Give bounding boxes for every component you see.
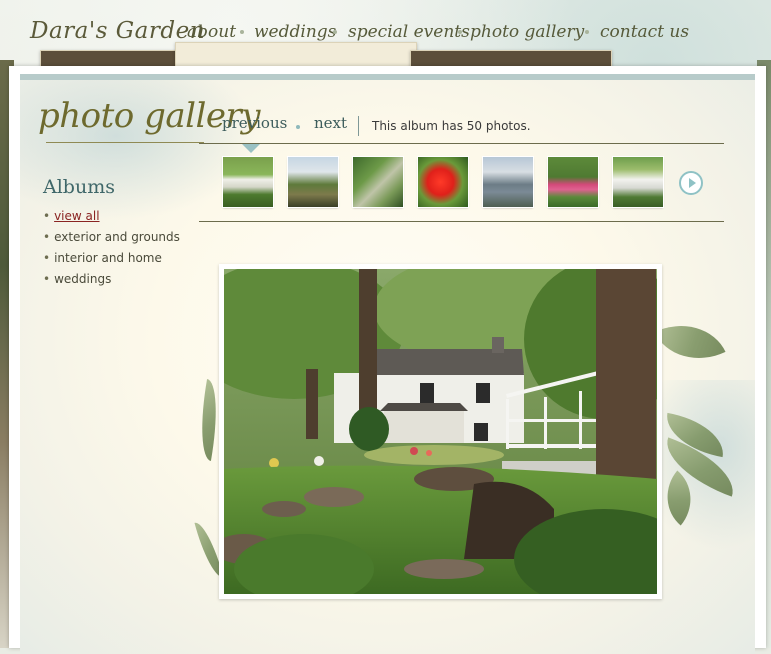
album-item-exterior: • exterior and grounds xyxy=(43,229,180,250)
title-underline xyxy=(46,142,204,143)
album-item-view-all: • view all xyxy=(43,208,180,229)
main-photo[interactable] xyxy=(224,269,657,594)
top-navigation: Dara's Garden about weddings special eve… xyxy=(0,8,771,46)
house-and-garden-photo xyxy=(224,269,657,594)
album-link-view-all[interactable]: view all xyxy=(54,209,99,223)
album-link-interior-and-home[interactable]: interior and home xyxy=(54,251,162,265)
bullet-icon: • xyxy=(43,272,51,286)
thumbnail-1[interactable] xyxy=(223,157,273,207)
album-link-weddings[interactable]: weddings xyxy=(54,272,111,286)
album-count-text: This album has 50 photos. xyxy=(372,119,531,133)
pager-divider xyxy=(358,116,359,136)
thumbnail-2[interactable] xyxy=(288,157,338,207)
nav-special-events[interactable]: special events xyxy=(348,22,470,42)
album-item-interior: • interior and home xyxy=(43,250,180,271)
bullet-icon: • xyxy=(43,230,51,244)
previous-link[interactable]: previous xyxy=(222,114,287,132)
thumbnail-strip-bottom-rule xyxy=(199,221,724,222)
album-list: • view all • exterior and grounds • interio… xyxy=(43,208,180,292)
nav-separator-dot xyxy=(333,30,337,34)
thumbnail-5[interactable] xyxy=(483,157,533,207)
next-link[interactable]: next xyxy=(314,114,347,132)
nav-separator-dot xyxy=(458,30,462,34)
bullet-icon: • xyxy=(43,251,51,265)
thumbnail-4[interactable] xyxy=(418,157,468,207)
nav-separator-dot xyxy=(585,30,589,34)
nav-weddings[interactable]: weddings xyxy=(254,22,336,42)
thumbnail-strip-top-rule xyxy=(199,143,724,144)
nav-separator-dot xyxy=(240,30,244,34)
play-circle-icon[interactable] xyxy=(679,171,703,195)
thumbnail-7[interactable] xyxy=(613,157,663,207)
nav-about[interactable]: about xyxy=(187,22,236,42)
thumbnail-3[interactable] xyxy=(353,157,403,207)
nav-photo-gallery[interactable]: photo gallery xyxy=(470,22,584,42)
album-link-exterior-and-grounds[interactable]: exterior and grounds xyxy=(54,230,180,244)
pager-separator-dot xyxy=(296,125,300,129)
album-item-weddings: • weddings xyxy=(43,271,180,292)
thumbnail-6[interactable] xyxy=(548,157,598,207)
nav-contact-us[interactable]: contact us xyxy=(600,22,689,42)
site-logo[interactable]: Dara's Garden xyxy=(30,18,205,44)
bullet-icon: • xyxy=(43,209,51,223)
albums-heading: Albums xyxy=(43,176,115,198)
current-thumbnail-indicator xyxy=(242,144,260,153)
